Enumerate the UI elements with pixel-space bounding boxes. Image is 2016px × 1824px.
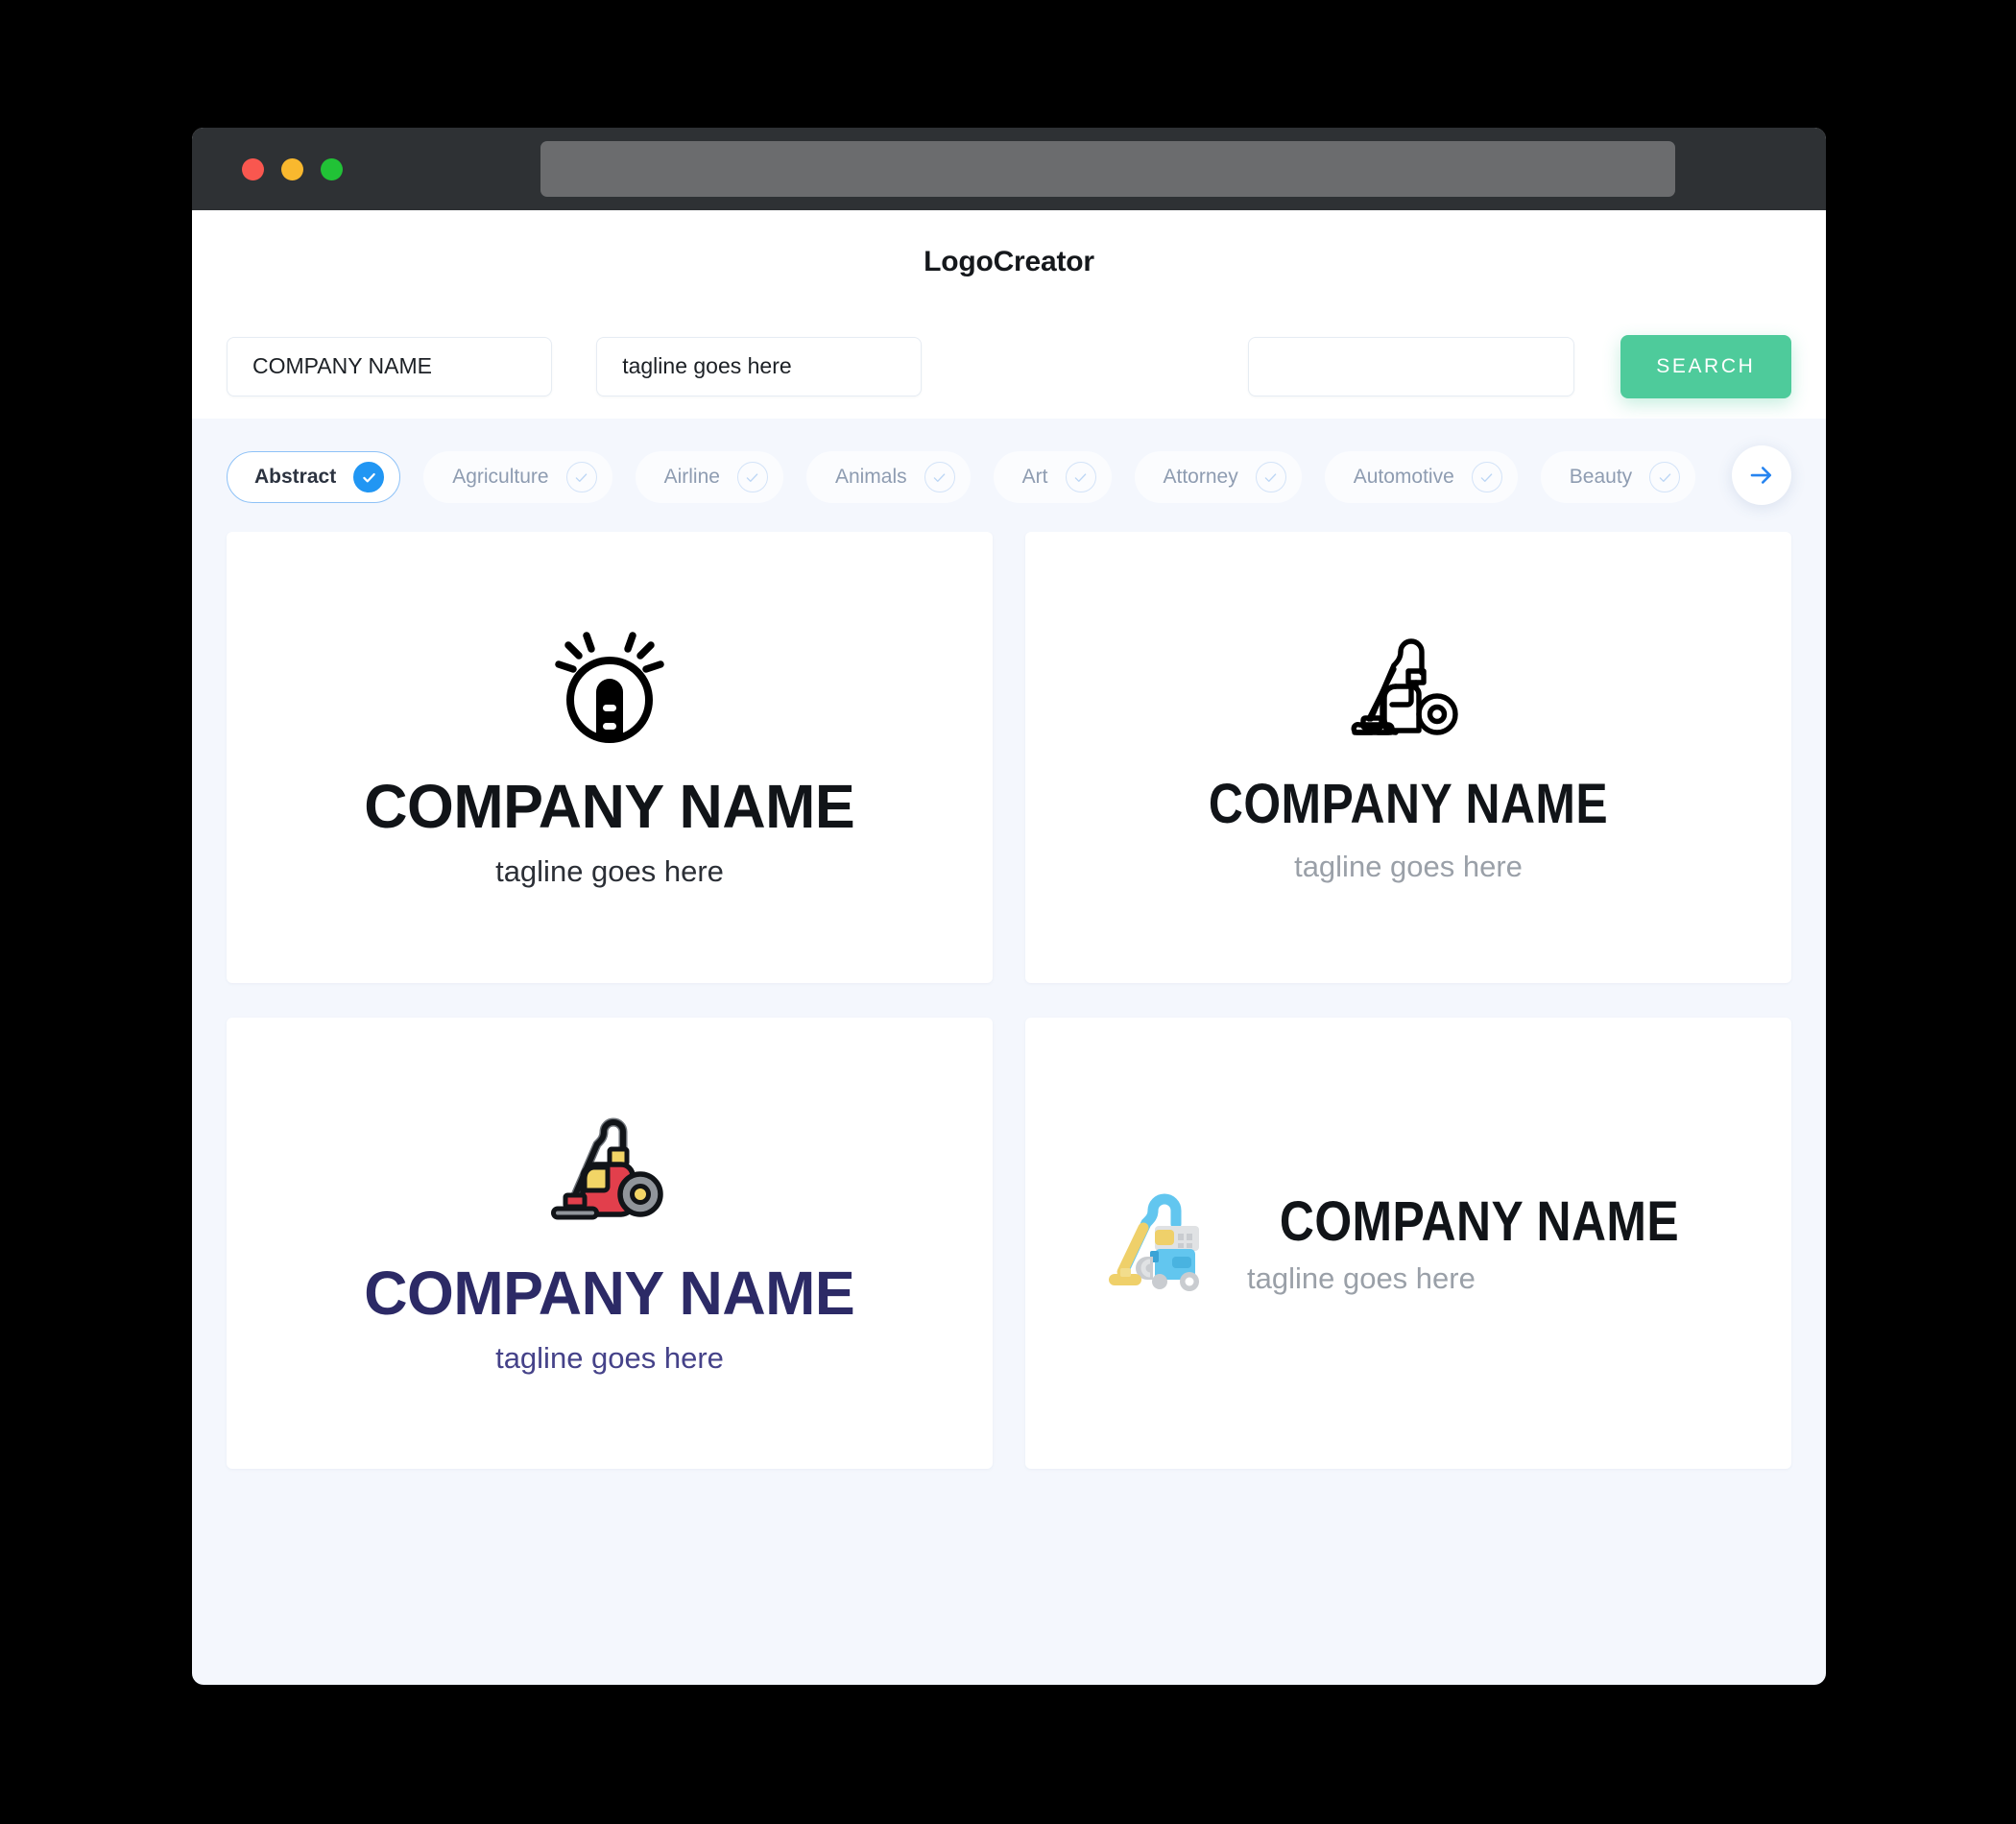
check-icon bbox=[565, 462, 597, 492]
logo-card[interactable]: COMPANY NAME tagline goes here bbox=[227, 532, 993, 983]
category-chip-label: Animals bbox=[834, 466, 907, 488]
keyword-input[interactable] bbox=[1248, 336, 1574, 396]
category-chip-label: Agriculture bbox=[452, 466, 549, 488]
check-icon bbox=[353, 462, 385, 492]
next-categories-button[interactable] bbox=[1732, 445, 1791, 505]
logo-tagline: tagline goes here bbox=[495, 853, 724, 888]
category-chip-abstract[interactable]: Abstract bbox=[227, 451, 401, 503]
app-header: LogoCreator bbox=[192, 210, 1826, 314]
tagline-input[interactable]: tagline goes here bbox=[596, 336, 923, 396]
vacuum-blue-icon bbox=[1105, 1189, 1218, 1297]
company-name-input[interactable]: COMPANY NAME bbox=[227, 336, 553, 396]
category-chip-airline[interactable]: Airline bbox=[635, 451, 783, 503]
category-chip-label: Airline bbox=[663, 466, 720, 488]
arrow-right-icon bbox=[1750, 467, 1772, 484]
logo-card[interactable]: COMPANY NAME tagline goes here bbox=[1025, 532, 1791, 983]
logo-company-name: COMPANY NAME bbox=[364, 1258, 855, 1328]
vacuum-red-icon bbox=[550, 1115, 669, 1230]
category-chip-label: Art bbox=[1021, 466, 1048, 488]
logo-results-grid: COMPANY NAME tagline goes here COMPANY N… bbox=[192, 532, 1826, 1501]
category-chip-label: Attorney bbox=[1163, 466, 1238, 488]
category-chip-agriculture[interactable]: Agriculture bbox=[423, 451, 612, 503]
logo-company-name: COMPANY NAME bbox=[364, 771, 855, 841]
category-chip-label: Beauty bbox=[1569, 466, 1633, 488]
maximize-window-button[interactable] bbox=[321, 157, 343, 180]
logo-tagline: tagline goes here bbox=[495, 1340, 724, 1375]
search-toolbar: COMPANY NAME tagline goes here SEARCH bbox=[192, 314, 1826, 419]
logo-card[interactable]: COMPANY NAME tagline goes here bbox=[1025, 1018, 1791, 1469]
traffic-light-controls bbox=[242, 157, 343, 180]
logo-company-name: COMPANY NAME bbox=[1208, 772, 1609, 835]
logo-card[interactable]: COMPANY NAME tagline goes here bbox=[227, 1018, 993, 1469]
category-chip-beauty[interactable]: Beauty bbox=[1540, 451, 1696, 503]
logo-tagline: tagline goes here bbox=[1247, 1260, 1476, 1295]
vacuum-outline-icon bbox=[1350, 635, 1467, 748]
logo-company-name: COMPANY NAME bbox=[1279, 1189, 1680, 1253]
close-window-button[interactable] bbox=[242, 157, 264, 180]
category-chip-label: Automotive bbox=[1353, 466, 1454, 488]
search-button[interactable]: SEARCH bbox=[1620, 334, 1791, 398]
browser-window: LogoCreator COMPANY NAME tagline goes he… bbox=[192, 128, 1826, 1685]
category-chip-attorney[interactable]: Attorney bbox=[1134, 451, 1302, 503]
url-bar[interactable] bbox=[540, 141, 1675, 197]
category-filter-bar: Abstract Agriculture Airline Animals Art bbox=[192, 419, 1826, 532]
lightbulb-vacuum-badge-icon bbox=[547, 630, 672, 747]
check-icon bbox=[924, 462, 955, 492]
browser-titlebar bbox=[192, 128, 1826, 210]
check-icon bbox=[1649, 462, 1681, 492]
check-icon bbox=[1471, 462, 1502, 492]
check-icon bbox=[736, 462, 768, 492]
category-chip-art[interactable]: Art bbox=[993, 451, 1112, 503]
category-chip-label: Abstract bbox=[254, 466, 337, 488]
page-title: LogoCreator bbox=[924, 246, 1094, 277]
category-chip-automotive[interactable]: Automotive bbox=[1324, 451, 1518, 503]
category-chip-animals[interactable]: Animals bbox=[805, 451, 971, 503]
minimize-window-button[interactable] bbox=[281, 157, 303, 180]
check-icon bbox=[1065, 462, 1096, 492]
logo-tagline: tagline goes here bbox=[1294, 849, 1523, 883]
check-icon bbox=[1255, 462, 1286, 492]
